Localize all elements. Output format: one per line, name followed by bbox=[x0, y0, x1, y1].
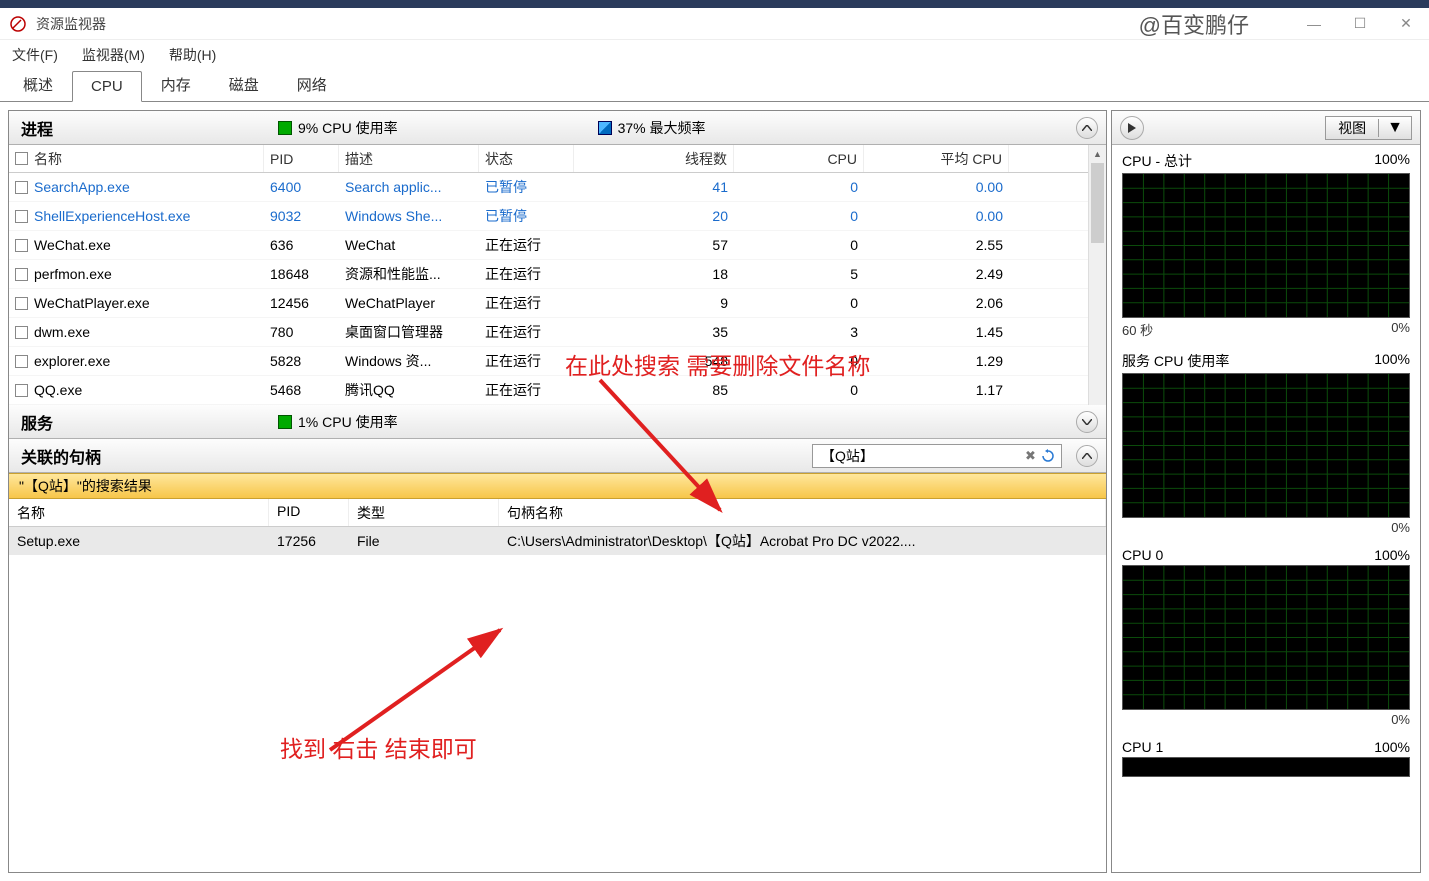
max-freq-text: 37% 最大频率 bbox=[618, 118, 706, 138]
menu-file[interactable]: 文件(F) bbox=[12, 45, 58, 65]
hcol-handle-name[interactable]: 句柄名称 bbox=[499, 499, 1106, 526]
row-checkbox[interactable] bbox=[15, 384, 28, 397]
chart-sub-right: 0% bbox=[1391, 712, 1410, 727]
dropdown-arrow-icon: ▼ bbox=[1378, 119, 1411, 137]
row-checkbox[interactable] bbox=[15, 297, 28, 310]
col-name[interactable]: 名称 bbox=[34, 149, 62, 169]
cpu-usage-text: 9% CPU 使用率 bbox=[298, 118, 398, 138]
chart-max: 100% bbox=[1374, 547, 1410, 563]
chart-sub-right: 0% bbox=[1391, 320, 1410, 339]
search-results-label: "【Q站】"的搜索结果 bbox=[19, 476, 152, 496]
collapse-handles-button[interactable] bbox=[1076, 445, 1098, 467]
window-title: 资源监视器 bbox=[36, 14, 106, 34]
tab-overview[interactable]: 概述 bbox=[4, 67, 72, 101]
close-button[interactable]: ✕ bbox=[1383, 8, 1429, 40]
process-row[interactable]: dwm.exe780桌面窗口管理器正在运行3531.45 bbox=[9, 318, 1106, 347]
chart-block: CPU 0 100% 0% bbox=[1112, 541, 1420, 733]
col-status[interactable]: 状态 bbox=[479, 145, 574, 172]
chart-block: CPU - 总计 100% 60 秒 0% bbox=[1112, 145, 1420, 345]
row-checkbox[interactable] bbox=[15, 181, 28, 194]
handles-columns: 名称 PID 类型 句柄名称 bbox=[9, 499, 1106, 527]
menu-monitor[interactable]: 监视器(M) bbox=[82, 45, 145, 65]
processes-title: 进程 bbox=[21, 116, 53, 140]
tab-bar: 概述 CPU 内存 磁盘 网络 bbox=[0, 70, 1429, 102]
handle-row[interactable]: Setup.exe17256FileC:\Users\Administrator… bbox=[9, 527, 1106, 555]
chart-sub-right: 0% bbox=[1391, 520, 1410, 535]
services-cpu-icon bbox=[278, 415, 292, 429]
chart-canvas bbox=[1122, 565, 1410, 710]
col-desc[interactable]: 描述 bbox=[339, 145, 479, 172]
services-cpu-text: 1% CPU 使用率 bbox=[298, 412, 398, 432]
cpu-usage-icon bbox=[278, 121, 292, 135]
tab-memory[interactable]: 内存 bbox=[142, 67, 210, 101]
chart-max: 100% bbox=[1374, 739, 1410, 755]
menu-help[interactable]: 帮助(H) bbox=[169, 45, 216, 65]
services-header[interactable]: 服务 1% CPU 使用率 bbox=[9, 405, 1106, 439]
hcol-type[interactable]: 类型 bbox=[349, 499, 499, 526]
search-results-bar: "【Q站】"的搜索结果 bbox=[9, 473, 1106, 499]
clear-search-icon[interactable]: ✖ bbox=[1025, 448, 1039, 464]
col-cpu[interactable]: CPU bbox=[734, 145, 864, 172]
minimize-button[interactable]: — bbox=[1291, 8, 1337, 40]
chart-block: CPU 1 100% bbox=[1112, 733, 1420, 783]
col-threads[interactable]: 线程数 bbox=[574, 145, 734, 172]
right-pane: 视图 ▼ CPU - 总计100%60 秒0%服务 CPU 使用率100%0%C… bbox=[1111, 110, 1421, 873]
select-all-checkbox[interactable] bbox=[15, 152, 28, 165]
chart-title: CPU 0 bbox=[1122, 547, 1163, 563]
view-label: 视图 bbox=[1326, 118, 1378, 138]
maximize-button[interactable]: ☐ bbox=[1337, 8, 1383, 40]
hcol-name[interactable]: 名称 bbox=[9, 499, 269, 526]
chart-block: 服务 CPU 使用率 100% 0% bbox=[1112, 345, 1420, 541]
menu-bar: 文件(F) 监视器(M) 帮助(H) bbox=[0, 40, 1429, 70]
process-row[interactable]: ShellExperienceHost.exe9032Windows She..… bbox=[9, 202, 1106, 231]
col-avgcpu[interactable]: 平均 CPU bbox=[864, 145, 1009, 172]
services-title: 服务 bbox=[21, 410, 53, 434]
process-scrollbar[interactable]: ▲ bbox=[1088, 145, 1106, 405]
row-checkbox[interactable] bbox=[15, 239, 28, 252]
col-pid[interactable]: PID bbox=[264, 145, 339, 172]
process-row[interactable]: WeChatPlayer.exe12456WeChatPlayer正在运行902… bbox=[9, 289, 1106, 318]
chart-max: 100% bbox=[1374, 351, 1410, 371]
chart-title: CPU 1 bbox=[1122, 739, 1163, 755]
chart-canvas bbox=[1122, 757, 1410, 777]
tab-network[interactable]: 网络 bbox=[278, 67, 346, 101]
chart-title: 服务 CPU 使用率 bbox=[1122, 351, 1229, 371]
tab-cpu[interactable]: CPU bbox=[72, 71, 142, 102]
right-toolbar: 视图 ▼ bbox=[1112, 111, 1420, 145]
left-pane: 进程 9% CPU 使用率 37% 最大频率 名称 PID 描述 bbox=[8, 110, 1107, 873]
chart-max: 100% bbox=[1374, 151, 1410, 171]
collapse-services-button[interactable] bbox=[1076, 411, 1098, 433]
tab-disk[interactable]: 磁盘 bbox=[210, 67, 278, 101]
toolbar-expand-button[interactable] bbox=[1120, 116, 1144, 140]
row-checkbox[interactable] bbox=[15, 326, 28, 339]
collapse-processes-button[interactable] bbox=[1076, 117, 1098, 139]
chart-canvas bbox=[1122, 173, 1410, 318]
row-checkbox[interactable] bbox=[15, 355, 28, 368]
row-checkbox[interactable] bbox=[15, 268, 28, 281]
hcol-pid[interactable]: PID bbox=[269, 499, 349, 526]
handles-title: 关联的句柄 bbox=[21, 444, 101, 468]
processes-columns: 名称 PID 描述 状态 线程数 CPU 平均 CPU bbox=[9, 145, 1106, 173]
handle-search-input[interactable] bbox=[817, 448, 1025, 464]
process-row[interactable]: SearchApp.exe6400Search applic...已暂停4100… bbox=[9, 173, 1106, 202]
title-bar: 资源监视器 @百变鹏仔 — ☐ ✕ bbox=[0, 8, 1429, 40]
app-icon bbox=[8, 14, 28, 34]
chart-sub-left: 60 秒 bbox=[1122, 320, 1153, 339]
view-dropdown[interactable]: 视图 ▼ bbox=[1325, 116, 1412, 140]
process-row[interactable]: WeChat.exe636WeChat正在运行5702.55 bbox=[9, 231, 1106, 260]
process-row[interactable]: QQ.exe5468腾讯QQ正在运行8501.17 bbox=[9, 376, 1106, 405]
main-window: 资源监视器 @百变鹏仔 — ☐ ✕ 文件(F) 监视器(M) 帮助(H) 概述 … bbox=[0, 0, 1429, 881]
processes-header[interactable]: 进程 9% CPU 使用率 37% 最大频率 bbox=[9, 111, 1106, 145]
watermark-text: @百变鹏仔 bbox=[1139, 8, 1249, 40]
row-checkbox[interactable] bbox=[15, 210, 28, 223]
chart-title: CPU - 总计 bbox=[1122, 151, 1192, 171]
max-freq-icon bbox=[598, 121, 612, 135]
process-row[interactable]: explorer.exe5828Windows 资...正在运行54801.29 bbox=[9, 347, 1106, 376]
chart-canvas bbox=[1122, 373, 1410, 518]
handles-header[interactable]: 关联的句柄 ✖ bbox=[9, 439, 1106, 473]
handle-search-box[interactable]: ✖ bbox=[812, 444, 1062, 468]
search-refresh-icon[interactable] bbox=[1039, 449, 1057, 463]
process-row[interactable]: perfmon.exe18648资源和性能监...正在运行1852.49 bbox=[9, 260, 1106, 289]
